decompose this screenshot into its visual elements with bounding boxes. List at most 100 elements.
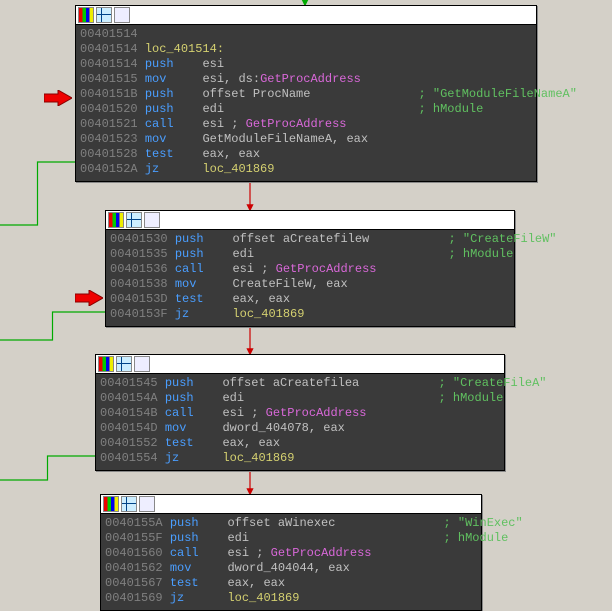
asm-line: 00401560 call esi ; GetProcAddress — [105, 546, 477, 561]
operands: dword_404078, eax — [222, 421, 344, 435]
operand-text: offset aCreatefilew — [232, 232, 369, 246]
colors-icon[interactable] — [98, 356, 114, 372]
operand-text: offset ProcName — [202, 87, 310, 101]
grid-icon[interactable] — [126, 212, 142, 228]
register: eax — [263, 576, 285, 590]
register: esi — [232, 262, 254, 276]
address: 00401545 — [100, 376, 158, 390]
register: eax — [346, 132, 368, 146]
address: 0040154A — [100, 391, 158, 405]
asm-line: 00401554 jz loc_401869 — [100, 451, 500, 466]
address: 00401514 — [80, 57, 138, 71]
address: 00401514 — [80, 42, 138, 56]
address: 00401538 — [110, 277, 168, 291]
grid-icon[interactable] — [96, 7, 112, 23]
address: 00401554 — [100, 451, 158, 465]
asm-line: 00401530 push offset aCreatefilew ; "Cre… — [110, 232, 510, 247]
comment: ; hModule — [448, 247, 513, 261]
register: edi — [222, 391, 244, 405]
operands: esi ; GetProcAddress — [222, 406, 366, 420]
operands: eax, eax — [222, 436, 280, 450]
asm-line: 0040153F jz loc_401869 — [110, 307, 510, 322]
asm-line: 0040151B push offset ProcName ; "GetModu… — [80, 87, 532, 102]
asm-line: 0040154A push edi ; hModule — [100, 391, 500, 406]
operand-text: ; — [244, 406, 266, 420]
comment: ; hModule — [443, 531, 508, 545]
address: 0040153D — [110, 292, 168, 306]
operands: loc_401869 — [227, 591, 299, 605]
register: eax — [232, 292, 254, 306]
operands: esi ; GetProcAddress — [227, 546, 371, 560]
address: 00401536 — [110, 262, 168, 276]
text-icon[interactable] — [139, 496, 155, 512]
comment: ; hModule — [418, 102, 483, 116]
block-titlebar[interactable] — [76, 6, 536, 25]
operand-text: offset aWinexec — [227, 516, 335, 530]
address: 00401514 — [80, 27, 138, 41]
code-block[interactable]: 00401514 00401514 loc_401514:00401514 pu… — [75, 5, 537, 182]
disassembly-listing: 0040155A push offset aWinexec ; "WinExec… — [101, 514, 481, 610]
colors-icon[interactable] — [103, 496, 119, 512]
block-titlebar[interactable] — [96, 355, 504, 374]
jump-target: loc_401869 — [232, 307, 304, 321]
pointer-arrow-icon — [44, 90, 72, 106]
register: esi — [202, 72, 224, 86]
register: eax — [323, 421, 345, 435]
operand-text: , — [224, 147, 238, 161]
mnemonic: jz — [175, 307, 218, 321]
asm-line: 00401523 mov GetModuleFileNameA, eax — [80, 132, 532, 147]
operands: esi — [202, 57, 224, 71]
comment: ; "GetModuleFileNameA" — [419, 87, 577, 101]
operand-text: dword_404044, — [227, 561, 328, 575]
address: 0040154B — [100, 406, 158, 420]
code-block[interactable]: 0040155A push offset aWinexec ; "WinExec… — [100, 494, 482, 611]
mnemonic: call — [175, 262, 218, 276]
address: 0040155F — [105, 531, 163, 545]
block-titlebar[interactable] — [101, 495, 481, 514]
register: eax — [326, 277, 348, 291]
asm-line: 00401567 test eax, eax — [105, 576, 477, 591]
address: 0040153F — [110, 307, 168, 321]
comment: ; "CreateFileW" — [448, 232, 556, 246]
asm-line: 00401521 call esi ; GetProcAddress — [80, 117, 532, 132]
mnemonic: mov — [145, 132, 188, 146]
asm-line: 0040152A jz loc_401869 — [80, 162, 532, 177]
address: 00401562 — [105, 561, 163, 575]
grid-icon[interactable] — [116, 356, 132, 372]
disassembly-listing: 00401530 push offset aCreatefilew ; "Cre… — [106, 230, 514, 326]
code-block[interactable]: 00401545 push offset aCreatefilea ; "Cre… — [95, 354, 505, 471]
asm-line: 00401514 push esi — [80, 57, 532, 72]
text-icon[interactable] — [144, 212, 160, 228]
text-icon[interactable] — [134, 356, 150, 372]
operand-text: , ds: — [224, 72, 260, 86]
colors-icon[interactable] — [78, 7, 94, 23]
text-icon[interactable] — [114, 7, 130, 23]
graph-canvas[interactable]: 00401514 00401514 loc_401514:00401514 pu… — [0, 0, 612, 602]
code-block[interactable]: 00401530 push offset aCreatefilew ; "Cre… — [105, 210, 515, 327]
operand-text: ; — [249, 546, 271, 560]
address: 0040154D — [100, 421, 158, 435]
asm-line: 00401528 test eax, eax — [80, 147, 532, 162]
mnemonic: test — [170, 576, 213, 590]
operands: offset aCreatefilea — [222, 376, 359, 390]
function-ref: GetProcAddress — [260, 72, 361, 86]
grid-icon[interactable] — [121, 496, 137, 512]
operands: eax, eax — [202, 147, 260, 161]
mnemonic: push — [170, 516, 213, 530]
address: 00401560 — [105, 546, 163, 560]
operands: loc_401869 — [202, 162, 274, 176]
comment: ; hModule — [438, 391, 503, 405]
asm-line: 00401536 call esi ; GetProcAddress — [110, 262, 510, 277]
address: 00401523 — [80, 132, 138, 146]
register: edi — [202, 102, 224, 116]
mnemonic: call — [170, 546, 213, 560]
operands: eax, eax — [227, 576, 285, 590]
colors-icon[interactable] — [108, 212, 124, 228]
register: eax — [222, 436, 244, 450]
address: 00401515 — [80, 72, 138, 86]
address: 00401521 — [80, 117, 138, 131]
mnemonic: jz — [145, 162, 188, 176]
asm-line: 0040153D test eax, eax — [110, 292, 510, 307]
block-titlebar[interactable] — [106, 211, 514, 230]
operand-text: , — [244, 436, 258, 450]
